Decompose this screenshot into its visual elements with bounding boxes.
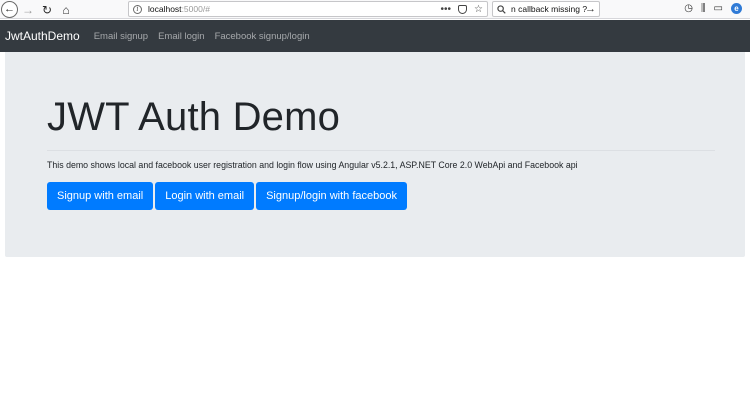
divider bbox=[47, 150, 715, 151]
library-icon[interactable]: ⫼ bbox=[701, 2, 706, 16]
app-navbar: JwtAuthDemo Email signup Email login Fac… bbox=[0, 20, 750, 52]
history-icon[interactable]: ◷ bbox=[684, 2, 693, 16]
search-icon bbox=[497, 4, 506, 14]
bookmark-star-icon[interactable]: ☆ bbox=[474, 3, 483, 16]
search-go-arrow-icon[interactable]: → bbox=[585, 2, 596, 16]
pocket-icon[interactable] bbox=[458, 5, 468, 14]
nav-link-email-signup[interactable]: Email signup bbox=[94, 31, 148, 42]
facebook-login-button[interactable]: Signup/login with facebook bbox=[256, 182, 407, 210]
navbar-brand[interactable]: JwtAuthDemo bbox=[5, 29, 80, 43]
search-input[interactable]: n callback missing ? → bbox=[492, 1, 600, 17]
sidebar-icon[interactable]: ▭ bbox=[714, 2, 723, 16]
search-text: n callback missing ? bbox=[511, 4, 588, 14]
more-actions-icon[interactable]: ••• bbox=[441, 3, 452, 16]
url-host: localhost bbox=[148, 4, 182, 14]
extension-icon[interactable]: e bbox=[731, 3, 742, 14]
home-icon[interactable]: ⌂ bbox=[58, 2, 74, 18]
jumbotron: JWT Auth Demo This demo shows local and … bbox=[5, 52, 745, 257]
signup-email-button[interactable]: Signup with email bbox=[47, 182, 154, 210]
url-text: localhost:5000/# bbox=[148, 4, 210, 14]
nav-link-facebook-login[interactable]: Facebook signup/login bbox=[215, 31, 310, 42]
back-arrow-icon[interactable]: ← bbox=[1, 1, 18, 18]
browser-toolbar: ← → ↻ ⌂ i localhost:5000/# ••• ☆ n callb… bbox=[0, 0, 750, 19]
login-email-button[interactable]: Login with email bbox=[155, 182, 255, 210]
url-path: :5000/# bbox=[181, 4, 210, 14]
page-title: JWT Auth Demo bbox=[47, 95, 341, 139]
nav-link-email-login[interactable]: Email login bbox=[158, 31, 204, 42]
reload-icon[interactable]: ↻ bbox=[39, 2, 55, 18]
action-buttons: Signup with email Login with email Signu… bbox=[47, 182, 407, 210]
page-info-icon[interactable]: i bbox=[133, 4, 142, 14]
forward-arrow-icon[interactable]: → bbox=[20, 2, 36, 18]
address-bar[interactable]: i localhost:5000/# ••• ☆ bbox=[128, 1, 488, 17]
lead-text: This demo shows local and facebook user … bbox=[47, 160, 578, 170]
